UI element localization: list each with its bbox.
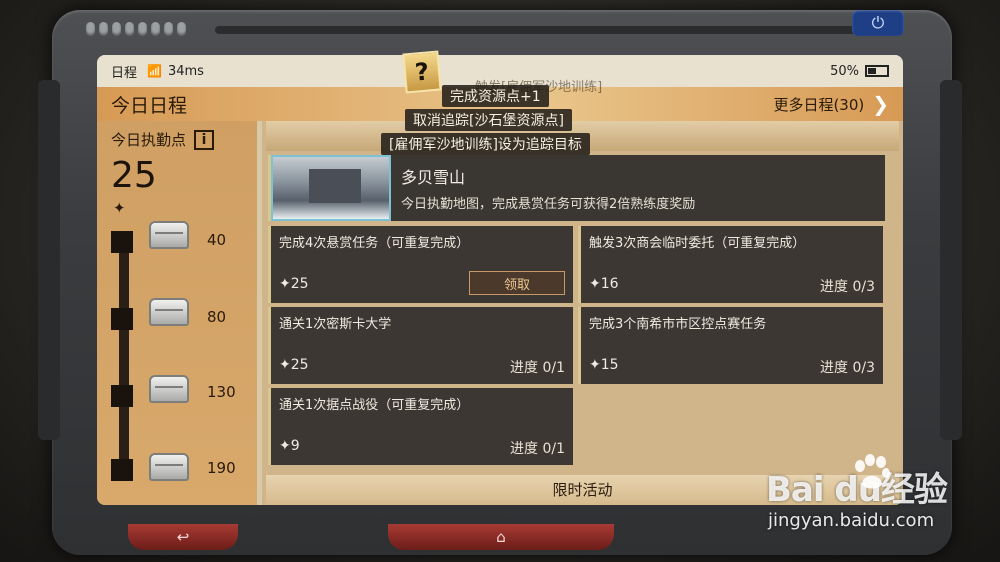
page-title: 今日日程 — [111, 94, 188, 117]
watermark-url: jingyan.baidu.com — [768, 510, 935, 531]
task-reward-value: 25 — [290, 357, 309, 373]
power-button[interactable]: ⏻ — [852, 10, 904, 36]
duty-points-label: 今日执勤点 — [111, 131, 187, 149]
milestone-value: 190 — [207, 459, 236, 477]
reward-chest-icon[interactable] — [149, 298, 189, 326]
duty-points-panel: 今日执勤点 i 25 ✦ 40 80 130 190 — [97, 121, 257, 505]
more-schedules-link[interactable]: 更多日程(30) — [773, 94, 864, 115]
task-card[interactable]: 完成3个南希市市区控点赛任务 ✦15 进度 0/3 — [578, 307, 883, 384]
toast-message: 完成资源点+1 — [442, 85, 549, 107]
task-card[interactable]: 通关1次据点战役（可重复完成） ✦9 进度 0/1 — [268, 388, 573, 465]
speaker-grill — [86, 22, 186, 36]
power-icon: ⏻ — [871, 13, 885, 32]
reward-chest-icon[interactable] — [149, 375, 189, 403]
task-title: 完成4次悬赏任务（可重复完成） — [279, 236, 470, 251]
back-arrow-icon: ↩ — [176, 528, 190, 546]
task-reward-value: 9 — [290, 438, 300, 454]
battery-percent: 50% — [830, 63, 859, 79]
milestone-value: 80 — [207, 308, 227, 326]
wifi-icon: 📶 — [147, 64, 162, 78]
task-reward: ✦16 — [589, 276, 619, 292]
milestone-value: 40 — [207, 231, 227, 249]
milestone-node — [111, 308, 133, 330]
task-title: 通关1次据点战役（可重复完成） — [279, 398, 470, 413]
signal-latency: 34ms — [167, 63, 204, 79]
task-title: 通关1次密斯卡大学 — [279, 317, 392, 332]
frame-left-rail — [38, 80, 60, 440]
snow-mountain-map-image — [271, 155, 391, 221]
duty-points-icon: ✦ — [279, 276, 291, 292]
milestone-value: 130 — [207, 383, 236, 401]
claim-button[interactable]: 领取 — [469, 271, 565, 295]
task-card[interactable]: 触发3次商会临时委托（可重复完成） ✦16 进度 0/3 — [578, 226, 883, 303]
frame-top-strip — [215, 26, 885, 34]
question-mark-icon: ? — [402, 50, 442, 94]
task-progress: 进度 0/1 — [510, 441, 565, 457]
map-description: 今日执勤地图，完成悬赏任务可获得2倍熟练度奖励 — [401, 197, 696, 212]
task-panel: 多贝雪山 今日执勤地图，完成悬赏任务可获得2倍熟练度奖励 完成4次悬赏任务（可重… — [262, 121, 903, 505]
duty-points-icon: ✦ — [279, 438, 291, 454]
task-reward: ✦25 — [279, 357, 309, 373]
task-title: 完成3个南希市市区控点赛任务 — [589, 317, 767, 332]
game-stage: ⏻ 日程 📶 34ms 50% 今日日程 更多日程(30) ❯ 今日执勤点 i … — [0, 0, 1000, 562]
task-reward-value: 15 — [600, 357, 619, 373]
task-reward-value: 25 — [290, 276, 309, 292]
task-reward: ✦25 — [279, 276, 309, 292]
duty-points-icon: ✦ — [113, 199, 126, 217]
task-progress: 进度 0/3 — [820, 279, 875, 295]
task-progress: 进度 0/1 — [510, 360, 565, 376]
milestone-node — [111, 231, 133, 253]
duty-points-icon: ✦ — [589, 276, 601, 292]
task-reward-value: 16 — [600, 276, 619, 292]
status-schedule-label: 日程 — [111, 65, 138, 81]
home-icon: ⌂ — [496, 528, 506, 546]
paw-logo-icon — [855, 454, 890, 489]
milestone-node — [111, 385, 133, 407]
reward-chest-icon[interactable] — [149, 221, 189, 249]
info-icon[interactable]: i — [194, 129, 215, 150]
task-card[interactable]: 通关1次密斯卡大学 ✦25 进度 0/1 — [268, 307, 573, 384]
home-button[interactable]: ⌂ — [388, 524, 614, 550]
duty-points-icon: ✦ — [279, 357, 291, 373]
battery-icon — [865, 65, 889, 77]
task-reward: ✦15 — [589, 357, 619, 373]
task-progress: 进度 0/3 — [820, 360, 875, 376]
milestone-node — [111, 459, 133, 481]
reward-chest-icon[interactable] — [149, 453, 189, 481]
duty-points-icon: ✦ — [589, 357, 601, 373]
back-button[interactable]: ↩ — [128, 524, 238, 550]
chevron-right-icon[interactable]: ❯ — [872, 92, 889, 116]
frame-right-rail — [940, 80, 962, 440]
duty-map-card[interactable]: 多贝雪山 今日执勤地图，完成悬赏任务可获得2倍熟练度奖励 — [268, 155, 885, 221]
task-reward: ✦9 — [279, 438, 300, 454]
progress-track — [119, 231, 129, 471]
duty-points-value: 25 — [111, 155, 157, 196]
toast-message: [雇佣军沙地训练]设为追踪目标 — [381, 133, 590, 155]
toast-message: 取消追踪[沙石堡资源点] — [405, 109, 572, 131]
task-title: 触发3次商会临时委托（可重复完成） — [589, 236, 806, 251]
map-title: 多贝雪山 — [401, 168, 466, 187]
task-card[interactable]: 完成4次悬赏任务（可重复完成） ✦25 领取 — [268, 226, 573, 303]
